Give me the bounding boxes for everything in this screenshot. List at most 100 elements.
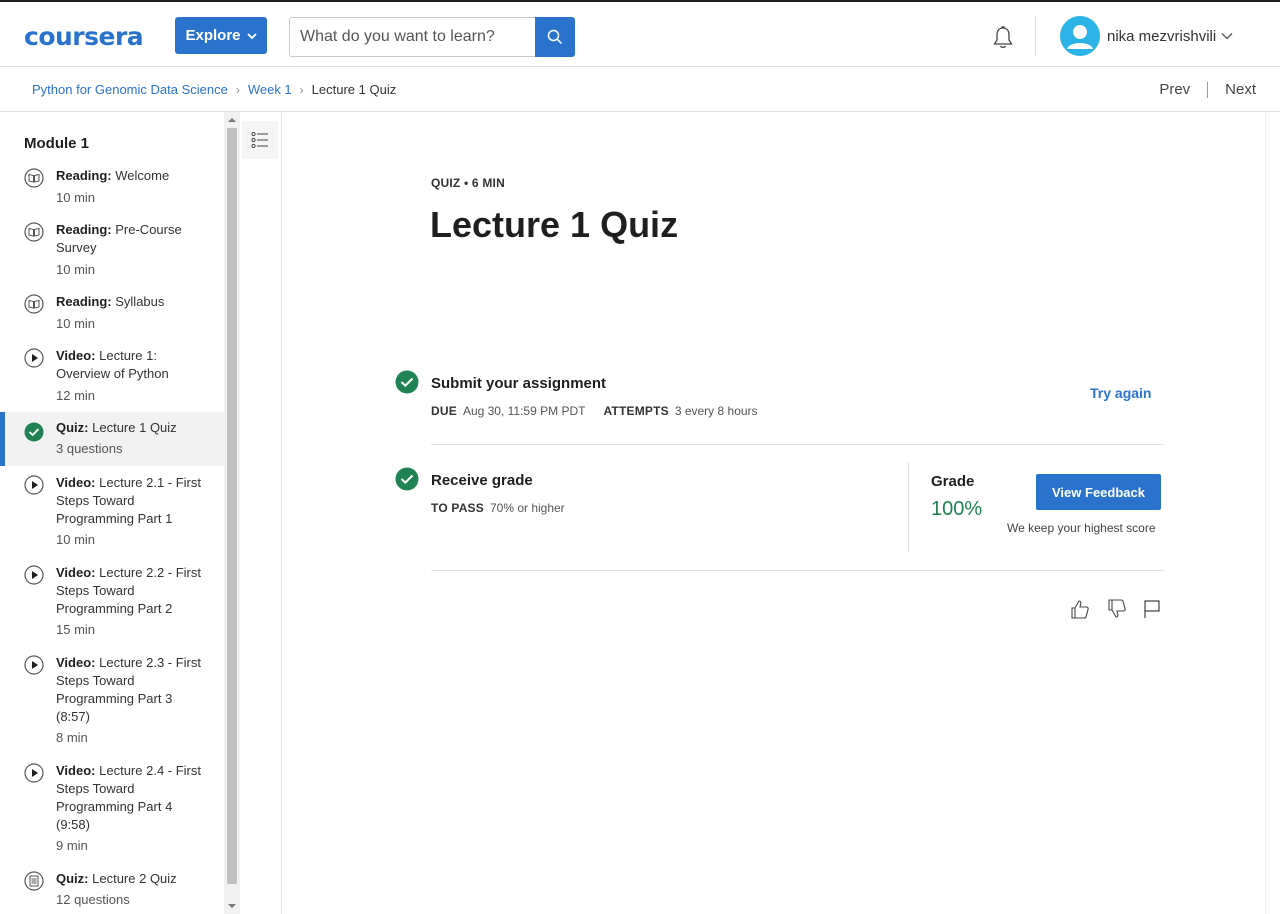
sidebar-item-lecture-2-4[interactable]: Video: Lecture 2.4 - First Steps Toward … [0,754,224,862]
top-header: coursera Explore nika mezvrishvili [0,0,1280,67]
book-icon [24,168,44,188]
explore-button[interactable]: Explore [175,17,267,54]
next-link[interactable]: Next [1225,81,1256,98]
item-type: Video: [56,348,96,363]
play-icon [24,475,44,495]
avatar[interactable] [1060,16,1100,56]
play-icon [24,348,44,368]
breadcrumb: Python for Genomic Data Science › Week 1… [32,82,396,97]
sidebar-item-welcome[interactable]: Reading: Welcome 10 min [0,158,224,212]
item-duration: 10 min [56,532,96,547]
try-again-link[interactable]: Try again [1090,385,1151,401]
breadcrumb-course-link[interactable]: Python for Genomic Data Science [32,82,228,97]
sidebar-item-lecture-1[interactable]: Video: Lecture 1: Overview of Python 12 … [0,338,224,410]
search-button[interactable] [535,17,575,57]
thumbs-down-icon[interactable] [1106,598,1128,620]
play-icon [24,655,44,675]
item-duration: 12 min [56,388,96,403]
module-title: Module 1 [24,135,90,152]
item-type: Reading: [56,222,112,237]
chevron-down-icon [246,32,257,39]
due-label: DUE [431,404,457,418]
user-icon [1067,25,1093,49]
item-duration: 10 min [56,190,96,205]
pass-requirement: TO PASS 70% or higher [431,501,565,515]
book-icon [24,222,44,242]
check-circle-icon [395,370,419,394]
grade-divider [908,462,909,552]
receive-grade-title: Receive grade [431,472,533,489]
toggle-sidebar-button[interactable] [242,121,278,159]
item-title: Lecture 2 Quiz [92,871,177,886]
grade-value: 100% [931,498,983,520]
chevron-down-icon[interactable] [1221,32,1233,40]
check-circle-icon [395,467,419,491]
coursera-logo[interactable]: coursera [24,22,144,51]
scroll-down-arrow-icon[interactable] [228,902,236,910]
search-input[interactable] [300,28,526,46]
play-icon [24,763,44,783]
view-feedback-button[interactable]: View Feedback [1036,474,1161,510]
item-duration: 10 min [56,262,96,277]
main-scrollbar[interactable] [1265,112,1280,914]
explore-label: Explore [185,27,241,44]
username[interactable]: nika mezvrishvili [1107,28,1216,45]
item-type: Video: [56,763,96,778]
attempts-label: ATTEMPTS [603,404,669,418]
submit-step-title: Submit your assignment [431,375,607,392]
attempts-value: 3 every 8 hours [674,404,758,418]
item-type: Video: [56,655,96,670]
main-content: QUIZ • 6 MIN Lecture 1 Quiz Submit your … [283,112,1265,914]
item-duration: 3 questions [56,441,123,456]
item-duration: 8 min [56,730,88,745]
play-icon [24,565,44,585]
breadcrumb-bar: Python for Genomic Data Science › Week 1… [0,67,1280,112]
quiz-icon [24,871,44,891]
item-type: Video: [56,475,96,490]
item-duration: 12 questions [56,892,130,907]
chevron-right-icon: › [235,82,240,97]
page-title: Lecture 1 Quiz [430,204,679,245]
sidebar-item-syllabus[interactable]: Reading: Syllabus 10 min [0,284,224,338]
item-type: Reading: [56,294,112,309]
search-icon [547,29,563,45]
sidebar-scrollbar[interactable] [224,112,240,914]
scrollbar-thumb[interactable] [227,128,237,884]
submit-step-details: DUE Aug 30, 11:59 PM PDT ATTEMPTS 3 ever… [431,404,758,418]
section-divider [431,570,1164,571]
check-circle-icon [24,422,44,442]
item-type: Video: [56,565,96,580]
breadcrumb-week-link[interactable]: Week 1 [248,82,292,97]
sidebar-item-lecture-2-2[interactable]: Video: Lecture 2.2 - First Steps Toward … [0,556,224,646]
module-sidebar: Module 1 Reading: Welcome 10 min Reading… [0,112,240,914]
section-divider [431,444,1164,445]
notification-bell-icon[interactable] [989,24,1017,52]
item-duration: 10 min [56,316,96,331]
thumbs-up-icon[interactable] [1069,598,1091,620]
item-title: Welcome [115,168,170,183]
item-duration: 9 min [56,838,88,853]
sidebar-item-lecture-1-quiz[interactable]: Quiz: Lecture 1 Quiz 3 questions [0,412,224,466]
sidebar-item-lecture-2-3[interactable]: Video: Lecture 2.3 - First Steps Toward … [0,646,224,754]
sidebar-toggle-column [240,112,282,914]
pass-label: TO PASS [431,501,484,515]
prev-next-nav: Prev Next [1159,81,1256,98]
breadcrumb-current: Lecture 1 Quiz [311,82,397,97]
chevron-right-icon: › [299,82,304,97]
book-icon [24,294,44,314]
grade-label: Grade [931,473,975,490]
sidebar-item-lecture-2-1[interactable]: Video: Lecture 2.1 - First Steps Toward … [0,466,224,556]
scroll-up-arrow-icon[interactable] [228,116,236,124]
sidebar-item-lecture-2-quiz[interactable]: Quiz: Lecture 2 Quiz 12 questions [0,862,224,914]
nav-divider [1207,81,1209,98]
item-type: Reading: [56,168,112,183]
item-duration: 15 min [56,622,96,637]
due-value: Aug 30, 11:59 PM PDT [462,404,586,418]
flag-icon[interactable] [1141,598,1163,620]
sidebar-item-pre-course-survey[interactable]: Reading: Pre-Course Survey 10 min [0,212,224,284]
quiz-meta: QUIZ • 6 MIN [431,176,505,190]
search-field[interactable] [289,17,536,57]
prev-link[interactable]: Prev [1159,81,1190,98]
item-type: Quiz: [56,871,89,886]
list-icon [251,131,268,149]
